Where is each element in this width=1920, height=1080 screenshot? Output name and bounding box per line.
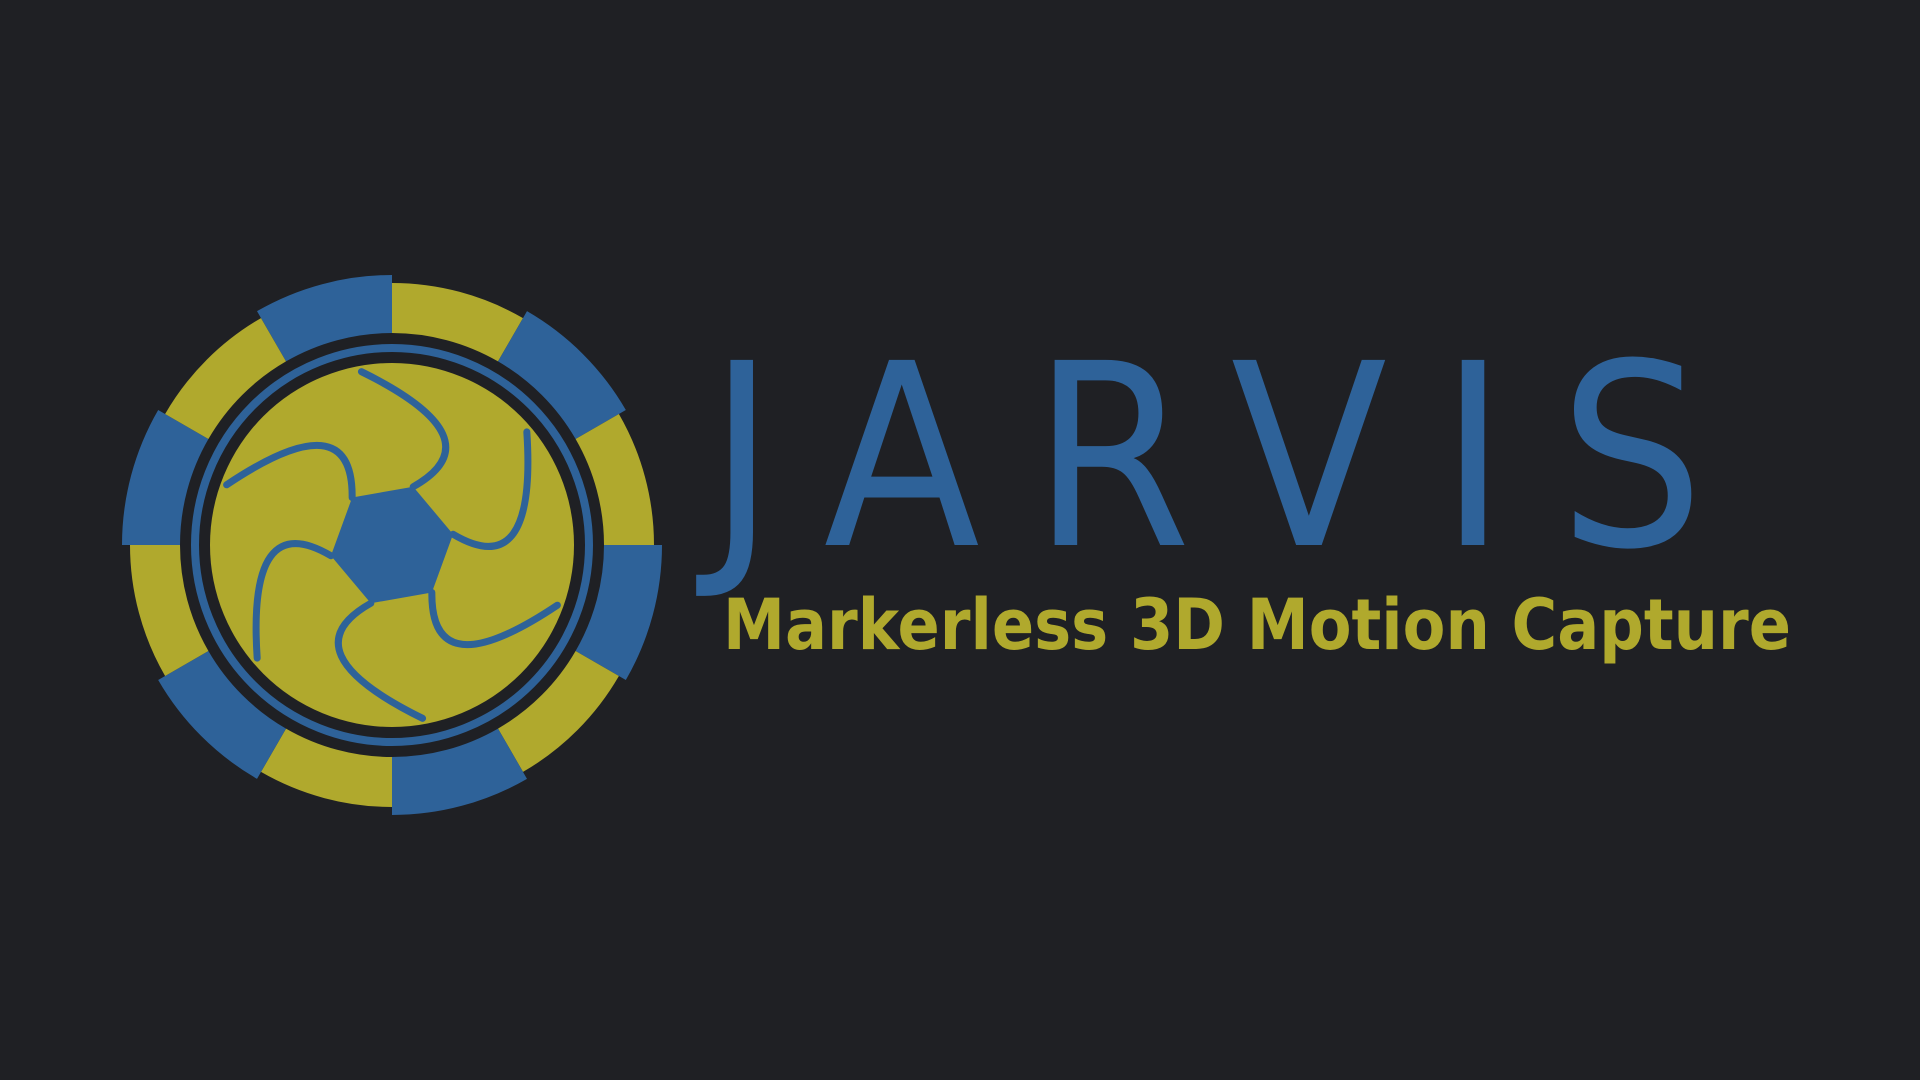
app-title: JARVIS bbox=[708, 309, 1757, 605]
splash-screen: JARVIS Markerless 3D Motion Capture bbox=[0, 0, 1920, 1080]
aperture-logo-icon bbox=[122, 275, 662, 815]
app-tagline: Markerless 3D Motion Capture bbox=[723, 584, 1791, 666]
